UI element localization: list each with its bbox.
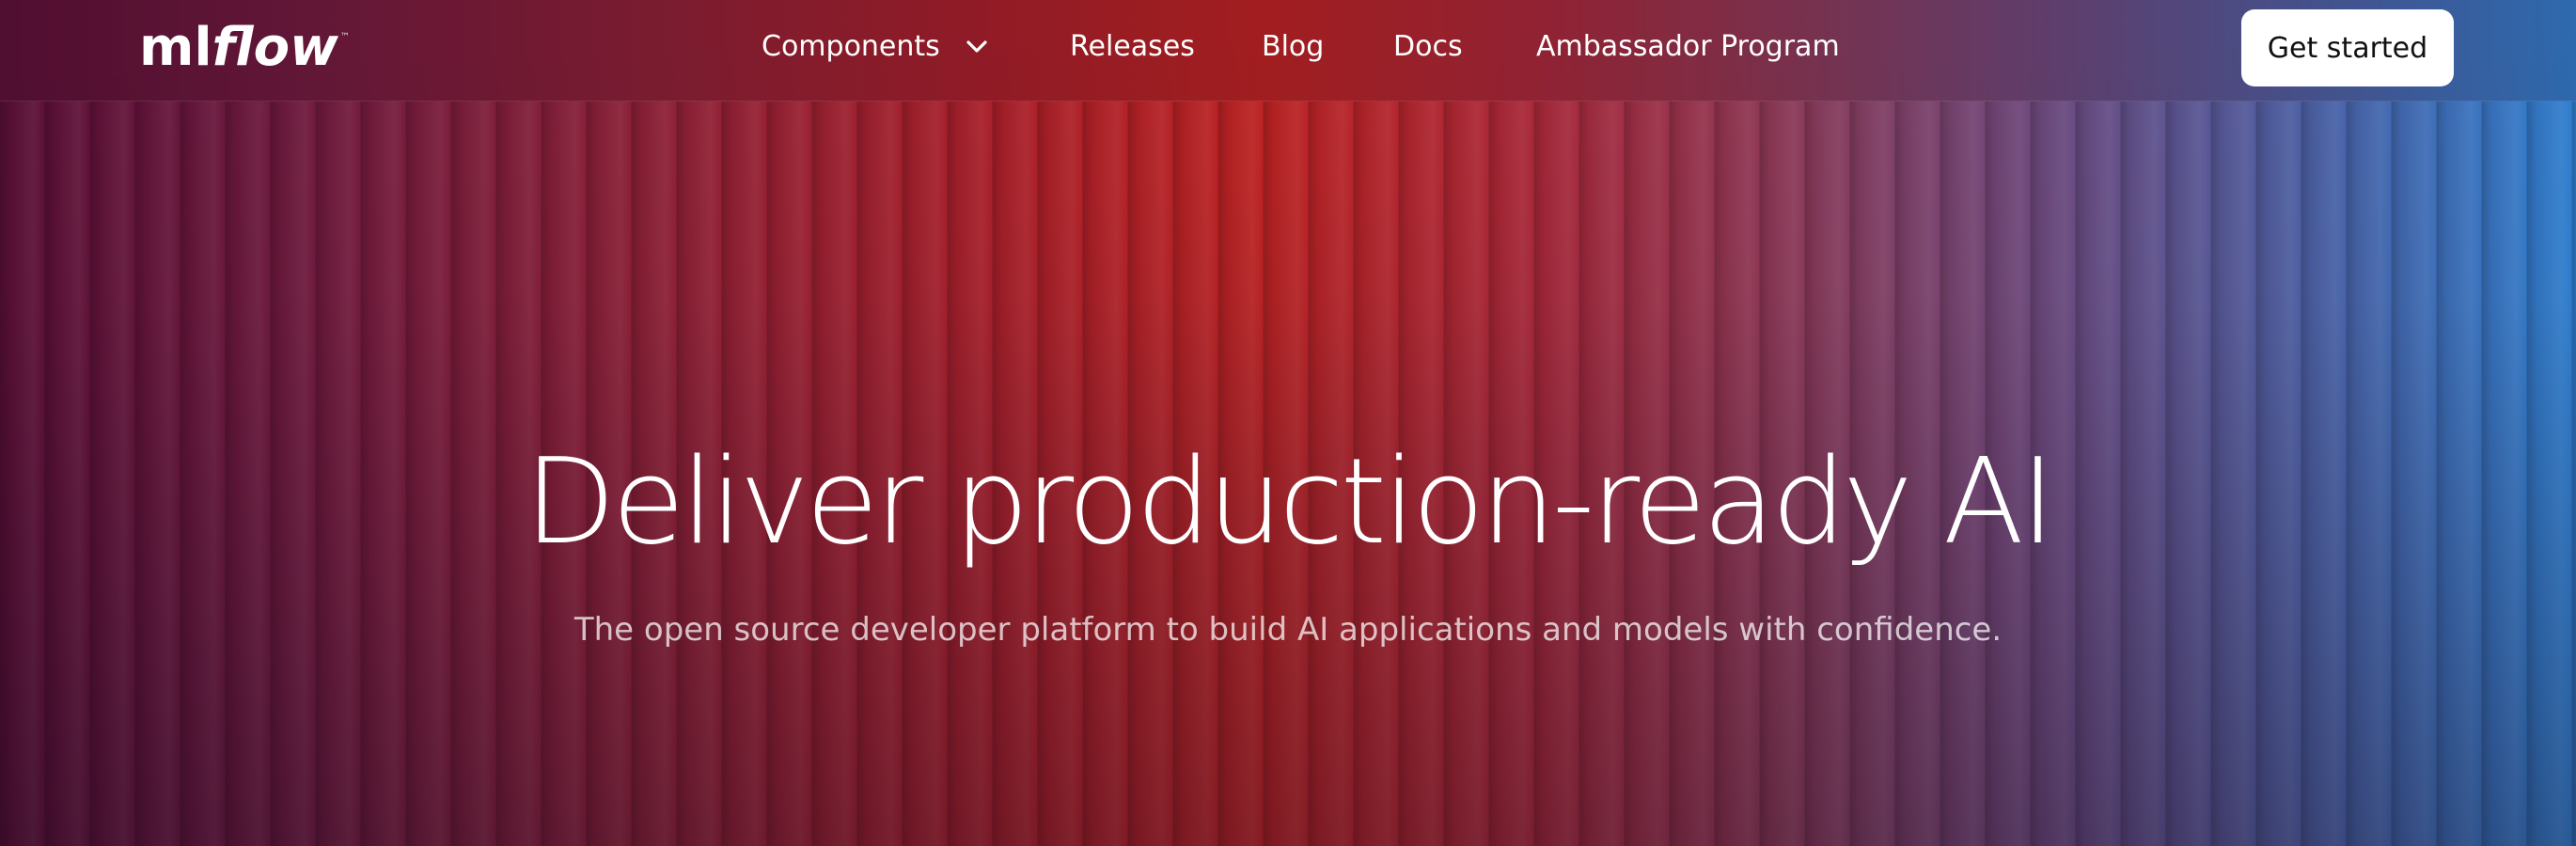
logo-trademark: ™ bbox=[339, 32, 350, 42]
nav-releases-link[interactable]: Releases bbox=[1070, 26, 1195, 68]
bottom-shade bbox=[0, 0, 2576, 846]
nav-components-dropdown[interactable]: Components bbox=[762, 26, 997, 68]
mlflow-logo[interactable]: ml flow ™ bbox=[139, 9, 350, 85]
chevron-down-svg bbox=[966, 40, 987, 53]
chevron-down-icon[interactable] bbox=[959, 26, 997, 68]
hero-subtitle: The open source developer platform to bu… bbox=[573, 611, 2003, 649]
nav-ambassador-program-link[interactable]: Ambassador Program bbox=[1536, 26, 1840, 68]
site-header: ml flow ™ Components Releases Blog Docs Am… bbox=[0, 0, 2576, 102]
logo-text-flow: flow bbox=[212, 16, 338, 78]
landing-page: ml flow ™ Components Releases Blog Docs Am… bbox=[0, 0, 2576, 846]
nav-docs-link[interactable]: Docs bbox=[1393, 26, 1463, 68]
get-started-button[interactable]: Get started bbox=[2241, 9, 2454, 86]
hero-title: Deliver production-ready AI bbox=[524, 432, 2055, 571]
logo-text-ml: ml bbox=[139, 16, 212, 78]
nav-components-label: Components bbox=[762, 30, 940, 63]
nav-blog-link[interactable]: Blog bbox=[1262, 26, 1324, 68]
